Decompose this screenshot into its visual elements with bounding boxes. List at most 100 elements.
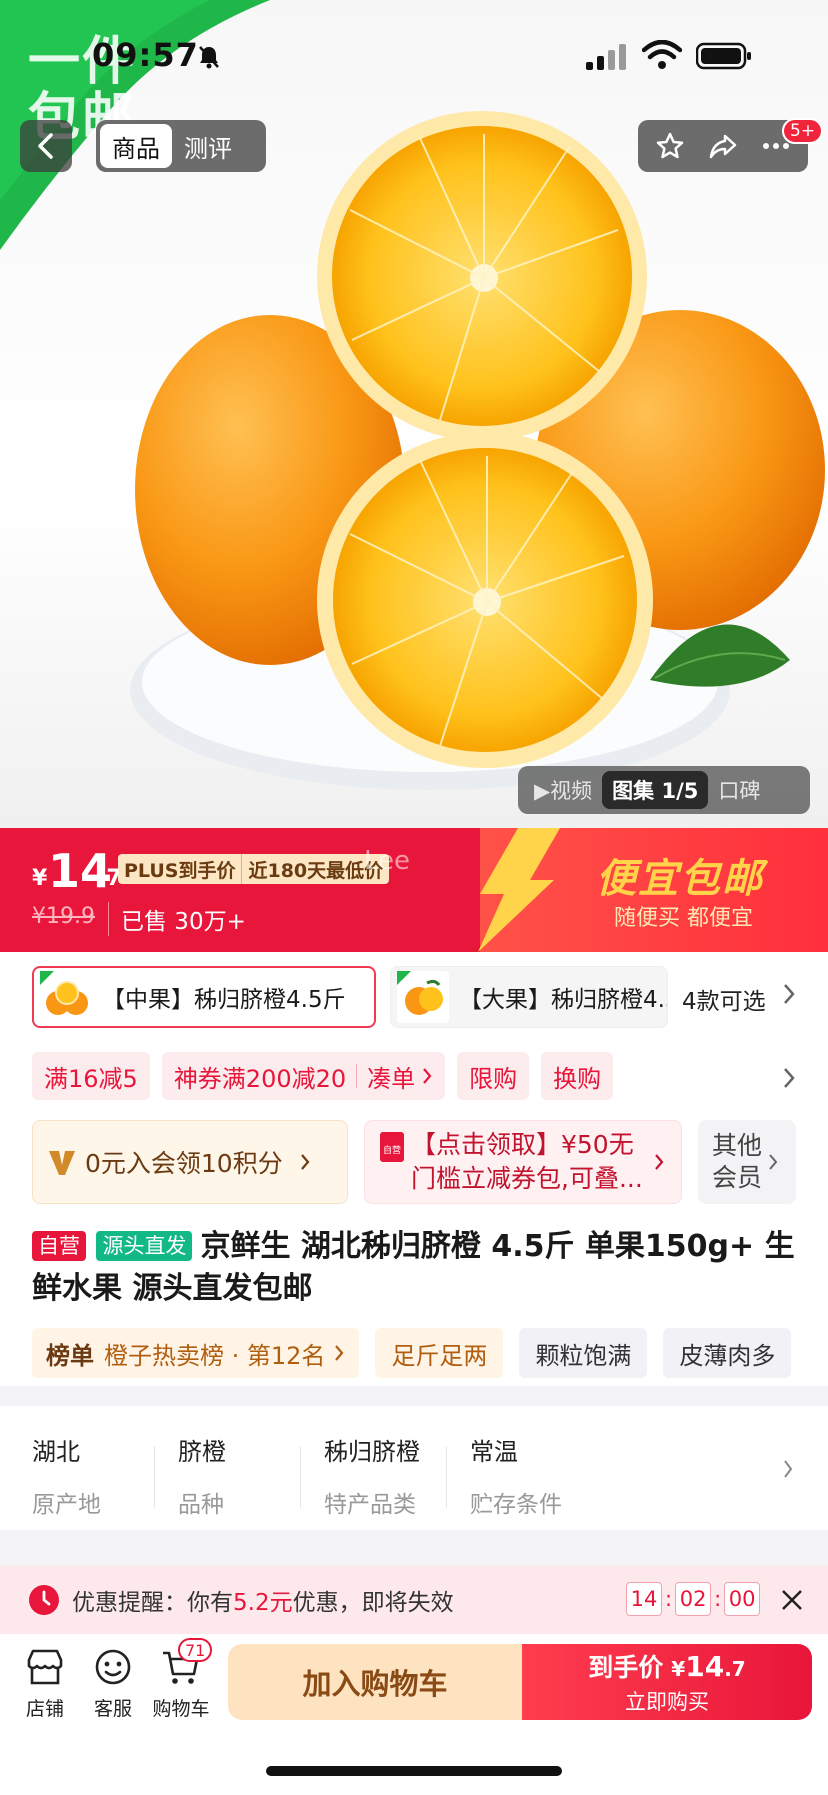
plus-logo-icon (49, 1151, 75, 1175)
product-gallery[interactable]: 一件 包邮 09:57 商品 测评 5+ ▶视频 图集 1/5 口碑 (0, 0, 828, 828)
tab-video[interactable]: ▶视频 (524, 771, 602, 809)
countdown-timer: 14 : 02 : 00 (626, 1582, 761, 1616)
attribute-item: 秭归脐橙 特产品类 (324, 1432, 454, 1519)
cart-label: 购物车 (152, 1698, 210, 1720)
home-indicator[interactable] (266, 1766, 562, 1776)
product-attributes[interactable]: 湖北 原产地 脐橙 品种 秭归脐橙 特产品类 常温 贮存条件 (0, 1406, 828, 1530)
member-line1: 其他 (712, 1131, 763, 1160)
more-variants-link[interactable]: 4款可选 (682, 982, 766, 1016)
cart-count-badge: 71 (178, 1638, 213, 1662)
reminder-prefix: 优惠提醒：你有 (72, 1590, 233, 1616)
buy-currency: ¥ (671, 1657, 686, 1681)
benefit-label: 0元入会领10积分 (85, 1149, 283, 1178)
tab-reputation[interactable]: 口碑 (708, 771, 770, 809)
coupon-line1: 【点击领取】¥50无 (411, 1130, 634, 1159)
timer-seconds: 00 (724, 1582, 761, 1616)
chevron-right-icon (335, 1345, 344, 1361)
lightning-icon (478, 828, 560, 952)
store-label: 店铺 (25, 1698, 64, 1720)
timer-separator: : (714, 1587, 722, 1611)
chevron-right-icon (300, 1154, 310, 1170)
chevron-right-icon[interactable] (782, 1066, 796, 1090)
buy-price: 到手价 ¥14.7 (588, 1648, 745, 1684)
rank-value: 橙子热卖榜 · 第12名 (104, 1341, 326, 1370)
store-icon (27, 1649, 63, 1685)
coupon-benefit[interactable]: 自营 【点击领取】¥50无 门槛立减券包,可叠... (364, 1120, 682, 1204)
sold-count: 已售 30万+ (108, 902, 246, 936)
coupon-logo-icon: 自营 (380, 1132, 404, 1162)
promo-chip-label: 凑单 (367, 1064, 416, 1093)
attribute-item: 常温 贮存条件 (470, 1432, 600, 1519)
gallery-tabs: ▶视频 图集 1/5 口碑 (518, 766, 810, 814)
variant-option[interactable]: 【中果】秭归脐橙4.5斤 (32, 966, 376, 1028)
coupon-text: 【点击领取】¥50无 门槛立减券包,可叠... (411, 1128, 643, 1196)
service-icon (95, 1649, 131, 1685)
message-badge: 5+ (782, 118, 824, 144)
share-icon (709, 134, 737, 159)
tab-product[interactable]: 商品 (100, 124, 172, 168)
highlight-row: 榜单 橙子热卖榜 · 第12名 足斤足两 颗粒饱满 皮薄肉多 (32, 1328, 792, 1378)
divider (154, 1446, 155, 1508)
timer-separator: : (665, 1587, 673, 1611)
variant-label: 【大果】秭归脐橙4.5斤 (459, 987, 667, 1013)
mute-bell-icon (199, 46, 219, 69)
highlight-tag: 足斤足两 (375, 1328, 504, 1378)
timer-minutes: 02 (675, 1582, 712, 1616)
product-title: 自营 源头直发 京鲜生 湖北秭归脐橙 4.5斤 单果150g+ 生鲜水果 源头直发… (32, 1226, 796, 1310)
timer-hours: 14 (626, 1582, 662, 1616)
favorite-button[interactable] (653, 129, 687, 163)
tab-album[interactable]: 图集 1/5 (602, 771, 709, 809)
original-price: ¥19.9 (32, 904, 95, 929)
buy-decimal: .7 (724, 1657, 746, 1681)
back-button[interactable] (20, 120, 72, 172)
add-to-cart-button[interactable]: 加入购物车 (228, 1644, 522, 1720)
member-text: 其他 会员 (712, 1130, 762, 1194)
promo-chip[interactable]: 换购 (541, 1052, 614, 1100)
price-currency: ¥ (32, 866, 48, 891)
tab-review[interactable]: 测评 (172, 124, 244, 168)
close-icon[interactable] (780, 1588, 804, 1612)
attribute-item: 脐橙 品种 (178, 1432, 308, 1519)
highlight-tag: 颗粒饱满 (519, 1328, 648, 1378)
variant-option[interactable]: 【大果】秭归脐橙4.5斤 (390, 966, 668, 1028)
promo-chip[interactable]: 满16减5 (32, 1052, 150, 1100)
battery-icon (696, 42, 751, 70)
plus-price-label: PLUS到手价 (118, 854, 243, 884)
store-button[interactable]: 店铺 (10, 1646, 80, 1726)
promo-chip[interactable]: 限购 (457, 1052, 530, 1100)
self-operated-tag: 自营 (32, 1231, 86, 1261)
source-direct-tag: 源头直发 (96, 1231, 193, 1261)
overlay-text: Lee (364, 846, 411, 876)
promo-chip-label: 神券满200减20 (173, 1064, 347, 1093)
attribute-key: 品种 (178, 1492, 224, 1518)
rank-title: 榜单 (46, 1341, 94, 1370)
product-info-card: 【中果】秭归脐橙4.5斤 【大果】秭归脐橙4.5斤 4款可选 满16减5 神券满… (0, 952, 828, 1386)
attribute-item: 湖北 原产地 (32, 1432, 162, 1519)
status-time: 09:57 (92, 36, 199, 74)
slogan-title: 便宜包邮 (596, 856, 764, 902)
customer-service-button[interactable]: 客服 (78, 1646, 148, 1726)
chevron-right-icon (769, 1154, 778, 1170)
divider (300, 1446, 301, 1508)
chevron-right-icon (784, 984, 795, 1004)
reminder-suffix: 优惠，即将失效 (292, 1590, 454, 1616)
discount-reminder[interactable]: 优惠提醒：你有5.2元优惠，即将失效 14 : 02 : 00 (0, 1566, 828, 1634)
wifi-icon (642, 40, 682, 69)
chip-divider (356, 1064, 358, 1088)
promo-chip-coupon[interactable]: 神券满200减20 凑单 (161, 1052, 446, 1100)
member-line2: 会员 (712, 1163, 763, 1192)
buy-now-button[interactable]: 到手价 ¥14.7 立即购买 (522, 1644, 812, 1720)
attribute-key: 特产品类 (324, 1492, 416, 1518)
chevron-right-icon (423, 1068, 432, 1084)
plus-membership-benefit[interactable]: 0元入会领10积分 (32, 1120, 348, 1204)
buy-integer: 14 (685, 1650, 725, 1683)
clock-icon (29, 1585, 59, 1615)
promo-chips: 满16减5 神券满200减20 凑单 限购 换购 (32, 1052, 614, 1100)
other-membership[interactable]: 其他 会员 (698, 1120, 796, 1204)
attribute-value: 常温 (470, 1438, 518, 1466)
share-button[interactable] (706, 129, 740, 163)
ranking-badge[interactable]: 榜单 橙子热卖榜 · 第12名 (32, 1328, 360, 1378)
service-label: 客服 (93, 1698, 132, 1720)
attribute-value: 脐橙 (178, 1438, 226, 1466)
attribute-key: 原产地 (32, 1492, 101, 1518)
